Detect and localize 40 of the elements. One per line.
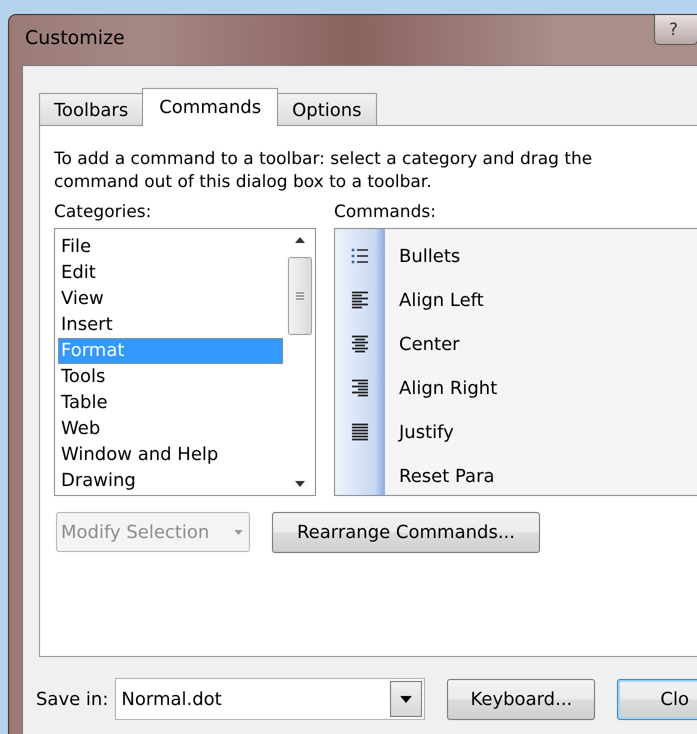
category-item[interactable]: Table <box>58 390 283 416</box>
window-title: Customize <box>25 27 125 49</box>
tab[interactable]: Options <box>277 93 377 125</box>
scroll-down-icon[interactable] <box>295 481 305 487</box>
commands-list[interactable]: Bullets Align Left Center Align Right Justify Reset Para <box>334 228 697 496</box>
align-center-icon <box>351 335 369 353</box>
category-item[interactable]: Tools <box>58 364 283 390</box>
category-item[interactable]: File <box>58 234 283 260</box>
scrollbar-thumb[interactable] <box>288 257 312 335</box>
command-item[interactable]: Reset Para <box>399 466 495 486</box>
help-button[interactable]: ? <box>654 15 697 45</box>
save-in-label: Save in: <box>36 688 108 710</box>
align-right-icon <box>351 379 369 397</box>
commands-label: Commands: <box>334 202 437 222</box>
category-item[interactable]: Drawing <box>58 468 283 494</box>
tab[interactable]: Commands <box>142 88 278 126</box>
categories-list[interactable]: File Edit View Insert Format Tools Table Web Window and Help Drawing <box>54 228 316 496</box>
tab[interactable]: Toolbars <box>39 93 144 125</box>
keyboard-button[interactable]: Keyboard... <box>447 678 596 720</box>
bulleted-list-icon <box>351 247 369 265</box>
command-item[interactable]: Justify <box>399 422 454 442</box>
justify-icon <box>351 423 369 441</box>
category-item[interactable]: Window and Help <box>58 442 283 468</box>
align-left-icon <box>351 291 369 309</box>
command-item[interactable]: Align Right <box>399 378 498 398</box>
command-item[interactable]: Bullets <box>399 246 460 266</box>
scroll-up-icon[interactable] <box>295 237 305 243</box>
category-item[interactable]: View <box>58 286 283 312</box>
category-item[interactable]: Web <box>58 416 283 442</box>
category-item[interactable]: Edit <box>58 260 283 286</box>
command-item[interactable]: Align Left <box>399 290 484 310</box>
category-item[interactable]: Insert <box>58 312 283 338</box>
command-item[interactable]: Center <box>399 334 460 354</box>
save-in-dropdown[interactable]: Normal.dot <box>115 678 426 720</box>
categories-label: Categories: <box>54 202 152 222</box>
caret-icon <box>234 530 243 534</box>
close-button[interactable]: Clo <box>617 678 697 720</box>
caret-icon <box>400 696 412 702</box>
rearrange-commands-button[interactable]: Rearrange Commands... <box>272 512 540 553</box>
instruction-text: To add a command to a toolbar: select a category and drag the command out of this dialog box to a toolbar. <box>54 148 594 194</box>
